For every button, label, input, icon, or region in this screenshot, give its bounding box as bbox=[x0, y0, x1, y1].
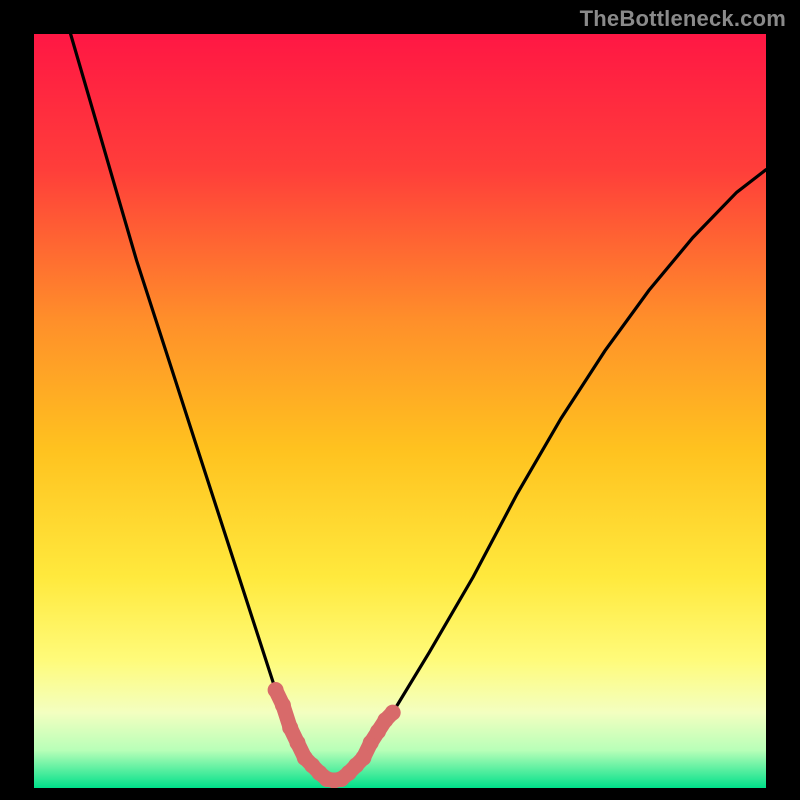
frame-left bbox=[0, 0, 34, 800]
frame-right bbox=[766, 0, 800, 800]
chart-container: { "watermark": "TheBottleneck.com", "col… bbox=[0, 0, 800, 800]
chart-svg bbox=[0, 0, 800, 800]
frame-bottom bbox=[0, 788, 800, 800]
plot-gradient-background bbox=[34, 34, 766, 788]
watermark-text: TheBottleneck.com bbox=[580, 6, 786, 32]
